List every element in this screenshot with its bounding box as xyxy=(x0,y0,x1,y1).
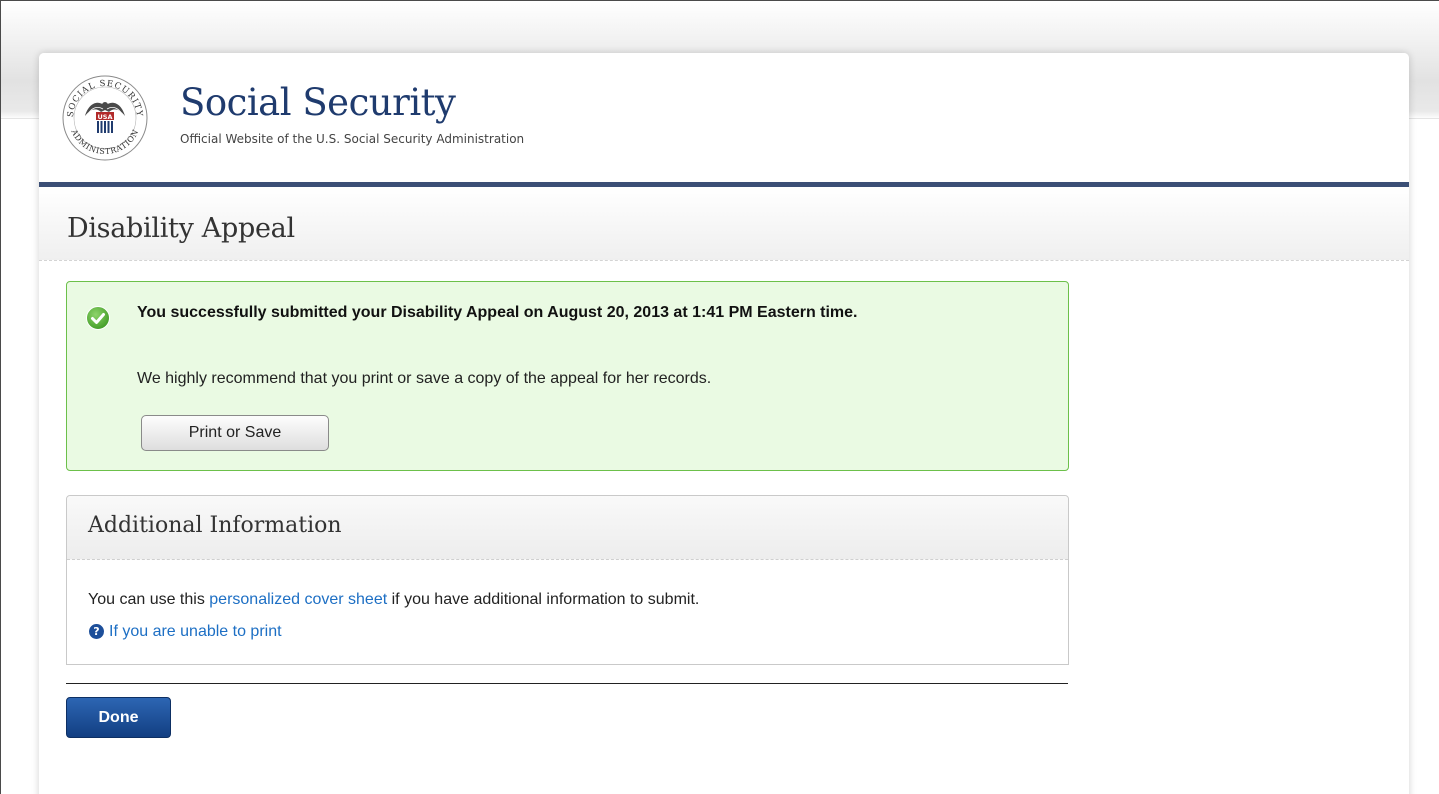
info-text-after: if you have additional information to su… xyxy=(387,591,700,608)
additional-info-panel: Additional Information You can use this … xyxy=(66,495,1069,665)
additional-info-title: Additional Information xyxy=(88,513,342,538)
checkmark-icon xyxy=(86,306,110,330)
site-header: SOCIAL SECURITY ADMINISTRATION USA Socia… xyxy=(39,53,1409,182)
print-or-save-button[interactable]: Print or Save xyxy=(141,415,329,451)
site-tagline: Official Website of the U.S. Social Secu… xyxy=(180,132,525,146)
ssa-seal-logo[interactable]: SOCIAL SECURITY ADMINISTRATION USA xyxy=(61,74,149,162)
done-button[interactable]: Done xyxy=(66,697,171,738)
question-icon[interactable]: ? xyxy=(89,624,104,639)
success-message: We highly recommend that you print or sa… xyxy=(137,370,712,387)
page-titlebar: Disability Appeal xyxy=(39,187,1409,261)
section-divider xyxy=(66,683,1068,684)
site-title[interactable]: Social Security xyxy=(180,81,456,124)
page-title: Disability Appeal xyxy=(67,213,295,244)
browser-viewport: SOCIAL SECURITY ADMINISTRATION USA Socia… xyxy=(0,0,1439,794)
svg-text:USA: USA xyxy=(98,113,113,121)
additional-info-text: You can use this personalized cover shee… xyxy=(88,591,699,609)
page-container: SOCIAL SECURITY ADMINISTRATION USA Socia… xyxy=(39,53,1409,794)
info-text-before: You can use this xyxy=(88,591,210,608)
cover-sheet-link[interactable]: personalized cover sheet xyxy=(209,591,387,608)
additional-info-header: Additional Information xyxy=(67,496,1068,560)
unable-to-print-link[interactable]: If you are unable to print xyxy=(109,623,282,640)
success-title: You successfully submitted your Disabili… xyxy=(137,304,858,321)
help-link-row[interactable]: ? If you are unable to print xyxy=(89,622,282,642)
success-alert: You successfully submitted your Disabili… xyxy=(66,281,1069,471)
